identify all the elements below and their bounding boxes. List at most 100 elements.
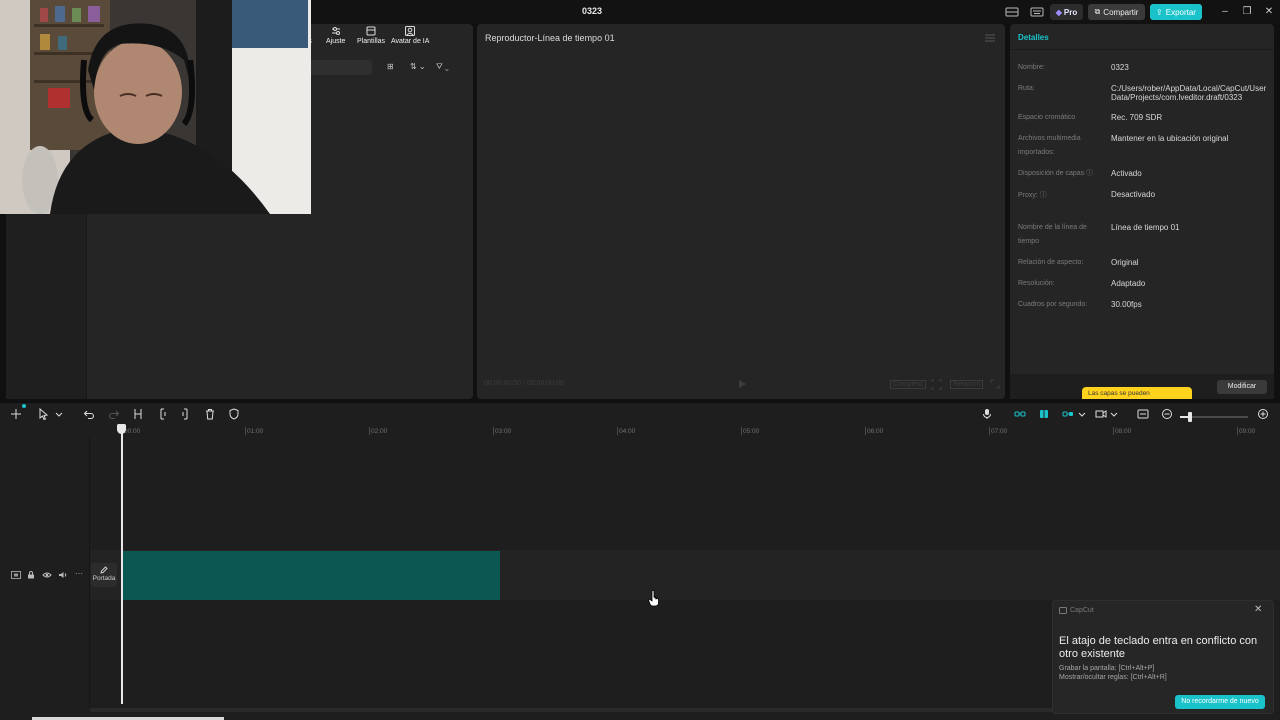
fit-button[interactable]: Completo: [890, 380, 926, 389]
minimize-button[interactable]: –: [1218, 5, 1232, 19]
media-sidebar: [6, 213, 87, 399]
restore-button[interactable]: ❐: [1240, 5, 1254, 19]
playhead-handle[interactable]: [117, 424, 126, 434]
detail-label: Archivos multimedia importados:: [1018, 135, 1081, 156]
crop-icon[interactable]: [931, 379, 942, 390]
timecode: 00:00:00:00 / 00:00:00:00: [484, 380, 564, 387]
ratio-button[interactable]: Relación: [950, 380, 984, 389]
detail-value: 30.00fps: [1111, 300, 1142, 309]
detail-value: Rec. 709 SDR: [1111, 113, 1163, 122]
ruler-tick: 03:00: [495, 428, 512, 435]
tab-plantillas[interactable]: Plantillas: [357, 26, 385, 45]
detail-value-path: C:/Users/rober/AppData/Local/CapCut/User…: [1111, 84, 1267, 102]
ruler-tick: 07:00: [991, 428, 1008, 435]
snap-icon[interactable]: [1062, 408, 1074, 420]
caption-icon[interactable]: [1137, 408, 1149, 420]
add-track-icon[interactable]: [10, 408, 22, 420]
avatar-icon: [404, 26, 416, 36]
webcam-overlay: [0, 0, 311, 214]
detail-label: Resolución:: [1018, 280, 1055, 287]
chevron-down-icon[interactable]: [53, 408, 65, 420]
playhead[interactable]: [121, 428, 123, 704]
timeline-ruler[interactable]: 00:00 01:00 02:00 03:00 04:00 05:00 06:0…: [90, 425, 1280, 437]
detail-label: Nombre:: [1018, 64, 1045, 71]
notification-app-name: CapCut: [1070, 607, 1094, 614]
player-controls: 00:00:00:00 / 00:00:00:00 Completo Relac…: [480, 374, 1002, 396]
fullscreen-icon[interactable]: [990, 379, 1000, 389]
trim-left-icon[interactable]: [156, 408, 168, 420]
tab-ajuste[interactable]: Ajuste: [326, 26, 345, 45]
cover-button[interactable]: Portada: [91, 563, 117, 587]
delete-icon[interactable]: [204, 408, 216, 420]
trim-right-icon[interactable]: [180, 408, 192, 420]
link-clip-icon[interactable]: [1014, 408, 1026, 420]
ruler-tick: 02:00: [371, 428, 388, 435]
preview-axis-icon[interactable]: [1095, 408, 1107, 420]
share-icon: ⧉: [1094, 7, 1101, 16]
share-button[interactable]: ⧉ Compartir: [1088, 4, 1145, 20]
detail-value: Original: [1111, 258, 1139, 267]
zoom-slider-handle[interactable]: [1188, 412, 1192, 422]
detail-label-info: Disposición de capas ⓘ: [1018, 170, 1094, 177]
eye-icon[interactable]: [42, 571, 52, 579]
detail-label-info: Proxy: ⓘ: [1018, 192, 1047, 199]
tab-avatar-ia[interactable]: Avatar de IA: [391, 26, 429, 45]
chevron-down-icon[interactable]: [1108, 408, 1120, 420]
track-thumbnail-icon[interactable]: [11, 571, 21, 579]
ruler-tick: 06:00: [867, 428, 884, 435]
template-icon: [365, 26, 377, 36]
split-icon[interactable]: [132, 408, 144, 420]
ruler-tick: 09:00: [1239, 428, 1256, 435]
ruler-tick: 04:00: [619, 428, 636, 435]
select-tool-icon[interactable]: [38, 408, 50, 420]
zoom-out-icon[interactable]: [1161, 408, 1173, 420]
export-icon: ⇪: [1156, 7, 1163, 17]
notification-line: Grabar la pantalla: [Ctrl+Alt+P]: [1059, 665, 1155, 672]
notification-app: CapCut: [1059, 607, 1094, 614]
keyboard-icon[interactable]: [1030, 6, 1044, 18]
timeline-scrollbar[interactable]: [90, 708, 1190, 712]
details-panel: [1010, 24, 1274, 399]
chevron-down-icon: ⌄: [442, 62, 449, 71]
details-title: Detalles: [1018, 33, 1049, 42]
menu-icon[interactable]: [985, 34, 995, 42]
filter-dropdown[interactable]: ⛛ ⌄: [436, 62, 449, 72]
sliders-icon: [330, 26, 342, 36]
detail-label: Espacio cromático: [1018, 114, 1076, 121]
undo-icon[interactable]: [83, 408, 95, 420]
detail-label: Cuadros por segundo:: [1018, 301, 1088, 308]
detail-label: Ruta:: [1018, 85, 1035, 92]
layout-icon[interactable]: [1005, 6, 1019, 18]
zoom-in-icon[interactable]: [1257, 408, 1269, 420]
dont-remind-button[interactable]: No recordarme de nuevo: [1175, 695, 1265, 709]
sort-dropdown[interactable]: ⇅ ⌄: [410, 62, 426, 71]
close-button[interactable]: ✕: [1262, 5, 1276, 19]
sort-icon: ⇅: [410, 62, 417, 71]
ruler-tick: 01:00: [247, 428, 264, 435]
chevron-down-icon[interactable]: [1076, 408, 1088, 420]
track-more-button[interactable]: ···: [75, 569, 83, 578]
modify-button[interactable]: Modificar: [1217, 380, 1267, 394]
close-icon[interactable]: ✕: [1254, 604, 1262, 615]
hand-cursor-icon: [648, 590, 660, 607]
video-clip[interactable]: [122, 551, 500, 600]
export-button[interactable]: ⇪ Exportar: [1150, 4, 1202, 20]
lock-icon[interactable]: [27, 571, 35, 579]
speaker-icon[interactable]: [58, 571, 68, 579]
play-icon[interactable]: [737, 379, 747, 389]
player-title: Reproductor-Línea de tiempo 01: [485, 33, 615, 43]
redo-icon[interactable]: [108, 408, 120, 420]
microphone-icon[interactable]: [981, 408, 993, 420]
ruler-tick: 05:00: [743, 428, 760, 435]
detail-label: Nombre de la línea de tiempo: [1018, 224, 1087, 245]
layer-tooltip: Las capas se pueden: [1082, 387, 1192, 399]
magnet-icon[interactable]: [1038, 408, 1050, 420]
grid-view-toggle[interactable]: ⊞: [387, 62, 394, 71]
pro-button[interactable]: ◆ Pro: [1050, 4, 1083, 20]
detail-value: Desactivado: [1111, 190, 1156, 199]
cover-label: Portada: [92, 575, 116, 582]
shield-icon[interactable]: [228, 408, 240, 420]
diamond-icon: ◆: [1055, 7, 1062, 17]
detail-label: Relación de aspecto:: [1018, 259, 1084, 266]
grid-icon: ⊞: [387, 62, 394, 71]
